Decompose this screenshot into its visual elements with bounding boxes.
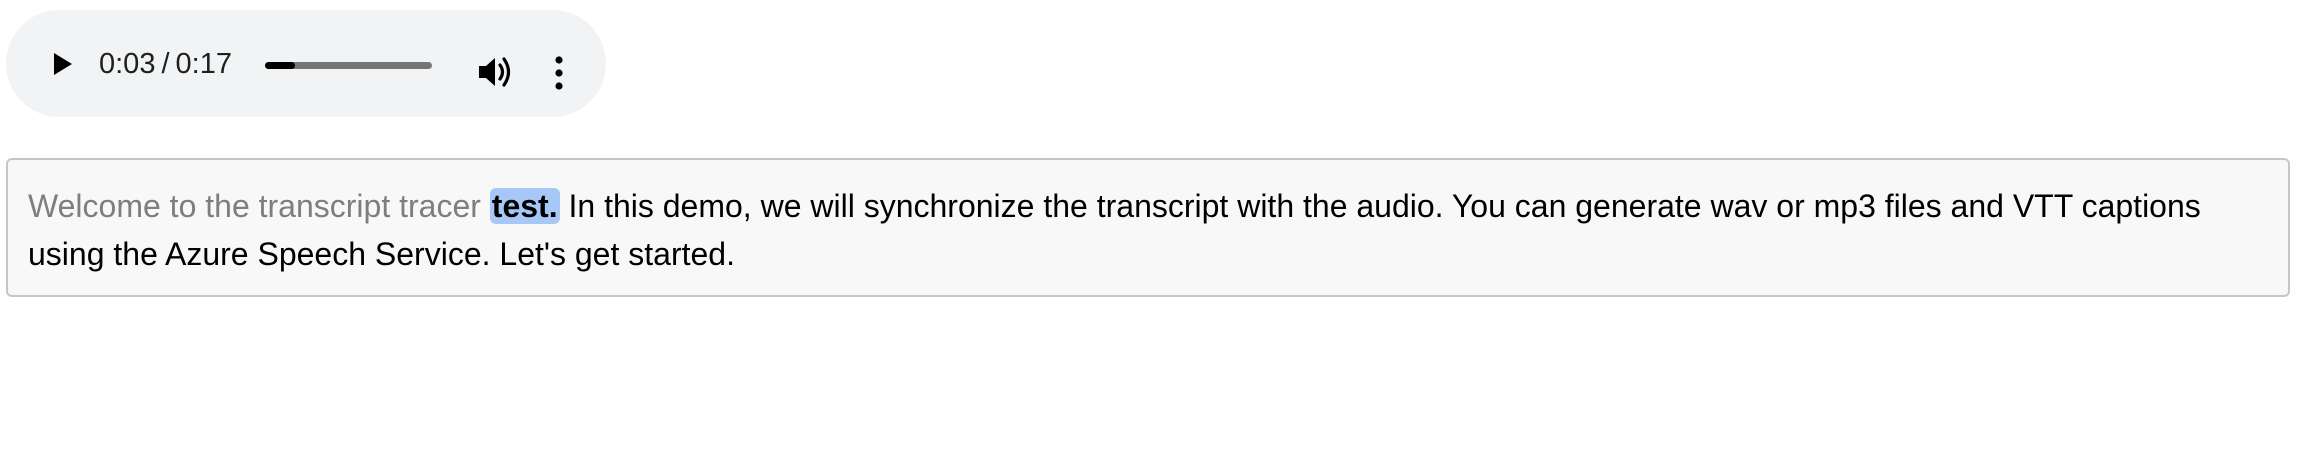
more-vert-icon[interactable] [550,56,568,90]
seek-progress-fill [265,62,296,69]
transcript-current-word: test. [489,188,560,224]
play-icon[interactable] [46,48,78,80]
volume-icon[interactable] [476,54,512,90]
time-display: 0:03/0:17 [99,46,232,82]
time-separator: / [161,48,170,80]
current-time: 0:03 [99,48,156,80]
transcript-spoken-text: Welcome to the transcript tracer [28,188,481,224]
duration: 0:17 [175,48,232,80]
seek-slider[interactable] [265,62,432,69]
transcript-box: Welcome to the transcript tracer test. I… [6,158,2290,297]
audio-player[interactable]: 0:03/0:17 [6,10,606,117]
transcript-text: Welcome to the transcript tracer test. I… [28,182,2268,278]
